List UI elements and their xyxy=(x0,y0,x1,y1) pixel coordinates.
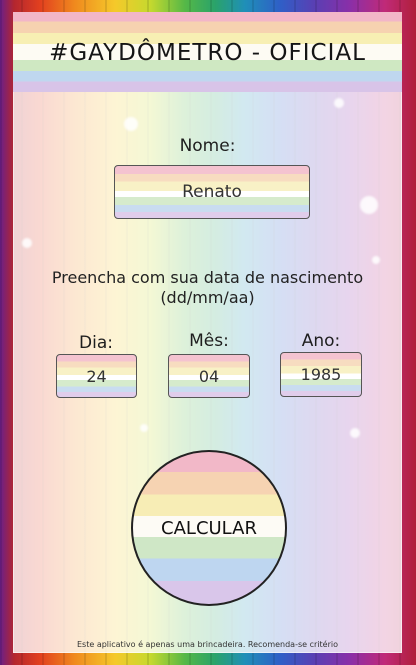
sparkle-icon xyxy=(360,196,378,214)
instruction-line-1: Preencha com sua data de nascimento xyxy=(51,268,364,287)
year-input-value: 1985 xyxy=(300,365,342,384)
year-label: Ano: xyxy=(301,331,341,351)
month-input-value: 04 xyxy=(198,366,220,386)
year-input[interactable]: 1985 xyxy=(280,352,362,397)
sparkle-icon xyxy=(22,238,32,248)
day-input[interactable]: 24 xyxy=(56,354,137,398)
disclaimer-text: Este aplicativo é apenas uma brincadeira… xyxy=(77,640,338,649)
instruction-line-2: (dd/mm/aa) xyxy=(160,288,255,307)
instruction-text: Preencha com sua data de nascimento (dd/… xyxy=(13,268,402,308)
title-bar: #GAYDÔMETRO - OFICIAL xyxy=(13,12,402,92)
day-input-value: 24 xyxy=(86,366,107,386)
calculate-button[interactable]: CALCULAR xyxy=(131,450,287,606)
sparkle-icon xyxy=(372,256,380,264)
month-label: Mês: xyxy=(189,331,229,351)
calculate-button-label: CALCULAR xyxy=(161,517,257,539)
sparkle-icon xyxy=(334,98,344,108)
day-label: Dia: xyxy=(79,333,113,353)
sparkle-icon xyxy=(140,424,148,432)
page-title: #GAYDÔMETRO - OFICIAL xyxy=(49,40,366,66)
name-label: Nome: xyxy=(179,136,236,156)
sparkle-icon xyxy=(124,117,138,131)
month-input[interactable]: 04 xyxy=(168,354,250,398)
name-input[interactable]: Renato xyxy=(114,165,310,219)
name-input-value: Renato xyxy=(182,182,242,202)
sparkle-icon xyxy=(350,428,360,438)
